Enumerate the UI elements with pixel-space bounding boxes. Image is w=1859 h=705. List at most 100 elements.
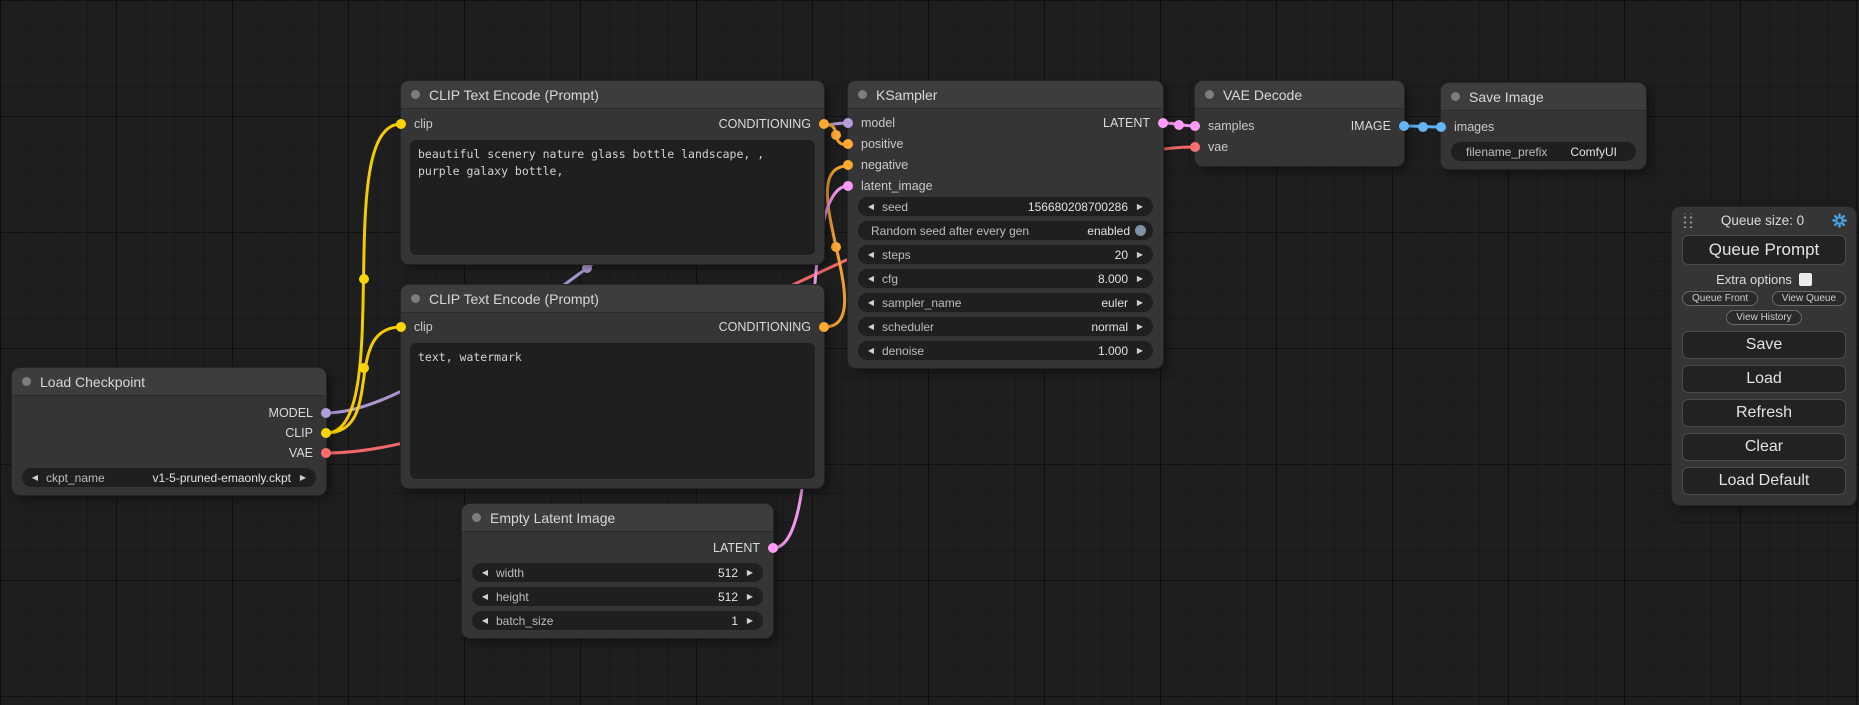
- slot-row: samples IMAGE: [1195, 116, 1404, 136]
- collapse-dot-icon[interactable]: [472, 513, 481, 522]
- collapse-dot-icon[interactable]: [1205, 90, 1214, 99]
- increment-arrow-icon[interactable]: ▶: [1134, 298, 1146, 307]
- link-model-midpoint: [582, 263, 592, 273]
- node-title-bar[interactable]: VAE Decode: [1195, 81, 1404, 109]
- decrement-arrow-icon[interactable]: ◀: [479, 616, 491, 625]
- decrement-arrow-icon[interactable]: ◀: [865, 250, 877, 259]
- width-widget[interactable]: ◀ width 512 ▶: [472, 563, 763, 582]
- collapse-dot-icon[interactable]: [411, 90, 420, 99]
- node-save-image[interactable]: Save Image images filename_prefix ComfyU…: [1441, 83, 1646, 169]
- view-history-button[interactable]: View History: [1726, 310, 1801, 325]
- collapse-dot-icon[interactable]: [411, 294, 420, 303]
- widget-label: width: [496, 566, 524, 580]
- node-title: Empty Latent Image: [490, 510, 615, 526]
- seed-widget[interactable]: ◀ seed 156680208700286 ▶: [858, 197, 1153, 216]
- collapse-dot-icon[interactable]: [22, 377, 31, 386]
- output-slot-vae: VAE: [12, 443, 326, 463]
- conditioning-output-port[interactable]: [819, 322, 829, 332]
- latent-image-input-port[interactable]: [843, 181, 853, 191]
- node-title: Load Checkpoint: [40, 374, 145, 390]
- settings-gear-icon[interactable]: [1831, 212, 1847, 228]
- node-title-bar[interactable]: CLIP Text Encode (Prompt): [401, 285, 824, 313]
- decrement-arrow-icon[interactable]: ◀: [865, 298, 877, 307]
- output-label: VAE: [289, 446, 313, 460]
- clear-button[interactable]: Clear: [1682, 433, 1846, 461]
- increment-arrow-icon[interactable]: ▶: [1134, 322, 1146, 331]
- clip-output-port[interactable]: [321, 428, 331, 438]
- save-button[interactable]: Save: [1682, 331, 1846, 359]
- queue-panel-header[interactable]: Queue size: 0: [1672, 207, 1856, 233]
- clip-input-port[interactable]: [396, 322, 406, 332]
- node-ksampler[interactable]: KSampler model LATENT positive: [848, 81, 1163, 368]
- increment-arrow-icon[interactable]: ▶: [744, 568, 756, 577]
- model-output-port[interactable]: [321, 408, 331, 418]
- ckpt-name-widget[interactable]: ◀ ckpt_name v1-5-pruned-emaonly.ckpt ▶: [22, 468, 316, 487]
- extra-options-checkbox[interactable]: [1799, 273, 1812, 286]
- decrement-arrow-icon[interactable]: ◀: [479, 592, 491, 601]
- node-title-bar[interactable]: Save Image: [1441, 83, 1646, 111]
- cfg-widget[interactable]: ◀ cfg 8.000 ▶: [858, 269, 1153, 288]
- batch-size-widget[interactable]: ◀ batch_size 1 ▶: [472, 611, 763, 630]
- denoise-widget[interactable]: ◀ denoise 1.000 ▶: [858, 341, 1153, 360]
- vae-input-port[interactable]: [1190, 142, 1200, 152]
- increment-arrow-icon[interactable]: ▶: [744, 616, 756, 625]
- link-samples-midpoint: [1174, 120, 1184, 130]
- model-input-port[interactable]: [843, 118, 853, 128]
- queue-front-button[interactable]: Queue Front: [1682, 291, 1758, 306]
- image-output-port[interactable]: [1399, 121, 1409, 131]
- node-vae-decode[interactable]: VAE Decode samples IMAGE vae: [1195, 81, 1404, 166]
- graph-canvas[interactable]: Load Checkpoint MODEL CLIP VAE: [0, 0, 1859, 705]
- load-default-button[interactable]: Load Default: [1682, 467, 1846, 495]
- prompt-textarea[interactable]: beautiful scenery nature glass bottle la…: [410, 140, 815, 255]
- decrement-arrow-icon[interactable]: ◀: [865, 322, 877, 331]
- images-input-port[interactable]: [1436, 122, 1446, 132]
- steps-widget[interactable]: ◀ steps 20 ▶: [858, 245, 1153, 264]
- node-clip-text-encode-positive[interactable]: CLIP Text Encode (Prompt) clip CONDITION…: [401, 81, 824, 264]
- decrement-arrow-icon[interactable]: ◀: [479, 568, 491, 577]
- latent-output-port[interactable]: [1158, 118, 1168, 128]
- node-title-bar[interactable]: CLIP Text Encode (Prompt): [401, 81, 824, 109]
- collapse-dot-icon[interactable]: [858, 90, 867, 99]
- decrement-arrow-icon[interactable]: ◀: [865, 202, 877, 211]
- vae-output-port[interactable]: [321, 448, 331, 458]
- collapse-dot-icon[interactable]: [1451, 92, 1460, 101]
- sampler-name-widget[interactable]: ◀ sampler_name euler ▶: [858, 293, 1153, 312]
- node-load-checkpoint[interactable]: Load Checkpoint MODEL CLIP VAE: [12, 368, 326, 495]
- widget-value: normal: [1091, 320, 1128, 334]
- node-title-bar[interactable]: Empty Latent Image: [462, 504, 773, 532]
- decrement-arrow-icon[interactable]: ◀: [865, 346, 877, 355]
- node-clip-text-encode-negative[interactable]: CLIP Text Encode (Prompt) clip CONDITION…: [401, 285, 824, 488]
- conditioning-output-port[interactable]: [819, 119, 829, 129]
- samples-input-port[interactable]: [1190, 121, 1200, 131]
- drag-handle-icon[interactable]: [1681, 213, 1694, 228]
- prompt-textarea[interactable]: text, watermark: [410, 343, 815, 479]
- increment-arrow-icon[interactable]: ▶: [297, 473, 309, 482]
- latent-output-port[interactable]: [768, 543, 778, 553]
- scheduler-widget[interactable]: ◀ scheduler normal ▶: [858, 317, 1153, 336]
- node-title-bar[interactable]: Load Checkpoint: [12, 368, 326, 396]
- view-queue-button[interactable]: View Queue: [1772, 291, 1846, 306]
- queue-prompt-button[interactable]: Queue Prompt: [1682, 235, 1846, 265]
- increment-arrow-icon[interactable]: ▶: [744, 592, 756, 601]
- decrement-arrow-icon[interactable]: ◀: [865, 274, 877, 283]
- increment-arrow-icon[interactable]: ▶: [1134, 250, 1146, 259]
- widget-value: 20: [1115, 248, 1128, 262]
- output-label: IMAGE: [1351, 119, 1391, 133]
- filename-prefix-widget[interactable]: filename_prefix ComfyUI: [1451, 142, 1636, 161]
- toggle-knob-icon[interactable]: [1135, 225, 1146, 236]
- positive-input-port[interactable]: [843, 139, 853, 149]
- node-empty-latent-image[interactable]: Empty Latent Image LATENT ◀ width 512 ▶ …: [462, 504, 773, 638]
- increment-arrow-icon[interactable]: ▶: [1134, 274, 1146, 283]
- increment-arrow-icon[interactable]: ▶: [1134, 346, 1146, 355]
- clip-input-port[interactable]: [396, 119, 406, 129]
- node-title-bar[interactable]: KSampler: [848, 81, 1163, 109]
- widget-value: 512: [718, 566, 738, 580]
- decrement-arrow-icon[interactable]: ◀: [29, 473, 41, 482]
- random-seed-toggle-widget[interactable]: Random seed after every gen enabled: [858, 221, 1153, 240]
- widget-label: Random seed after every gen: [871, 224, 1029, 238]
- height-widget[interactable]: ◀ height 512 ▶: [472, 587, 763, 606]
- refresh-button[interactable]: Refresh: [1682, 399, 1846, 427]
- increment-arrow-icon[interactable]: ▶: [1134, 202, 1146, 211]
- load-button[interactable]: Load: [1682, 365, 1846, 393]
- negative-input-port[interactable]: [843, 160, 853, 170]
